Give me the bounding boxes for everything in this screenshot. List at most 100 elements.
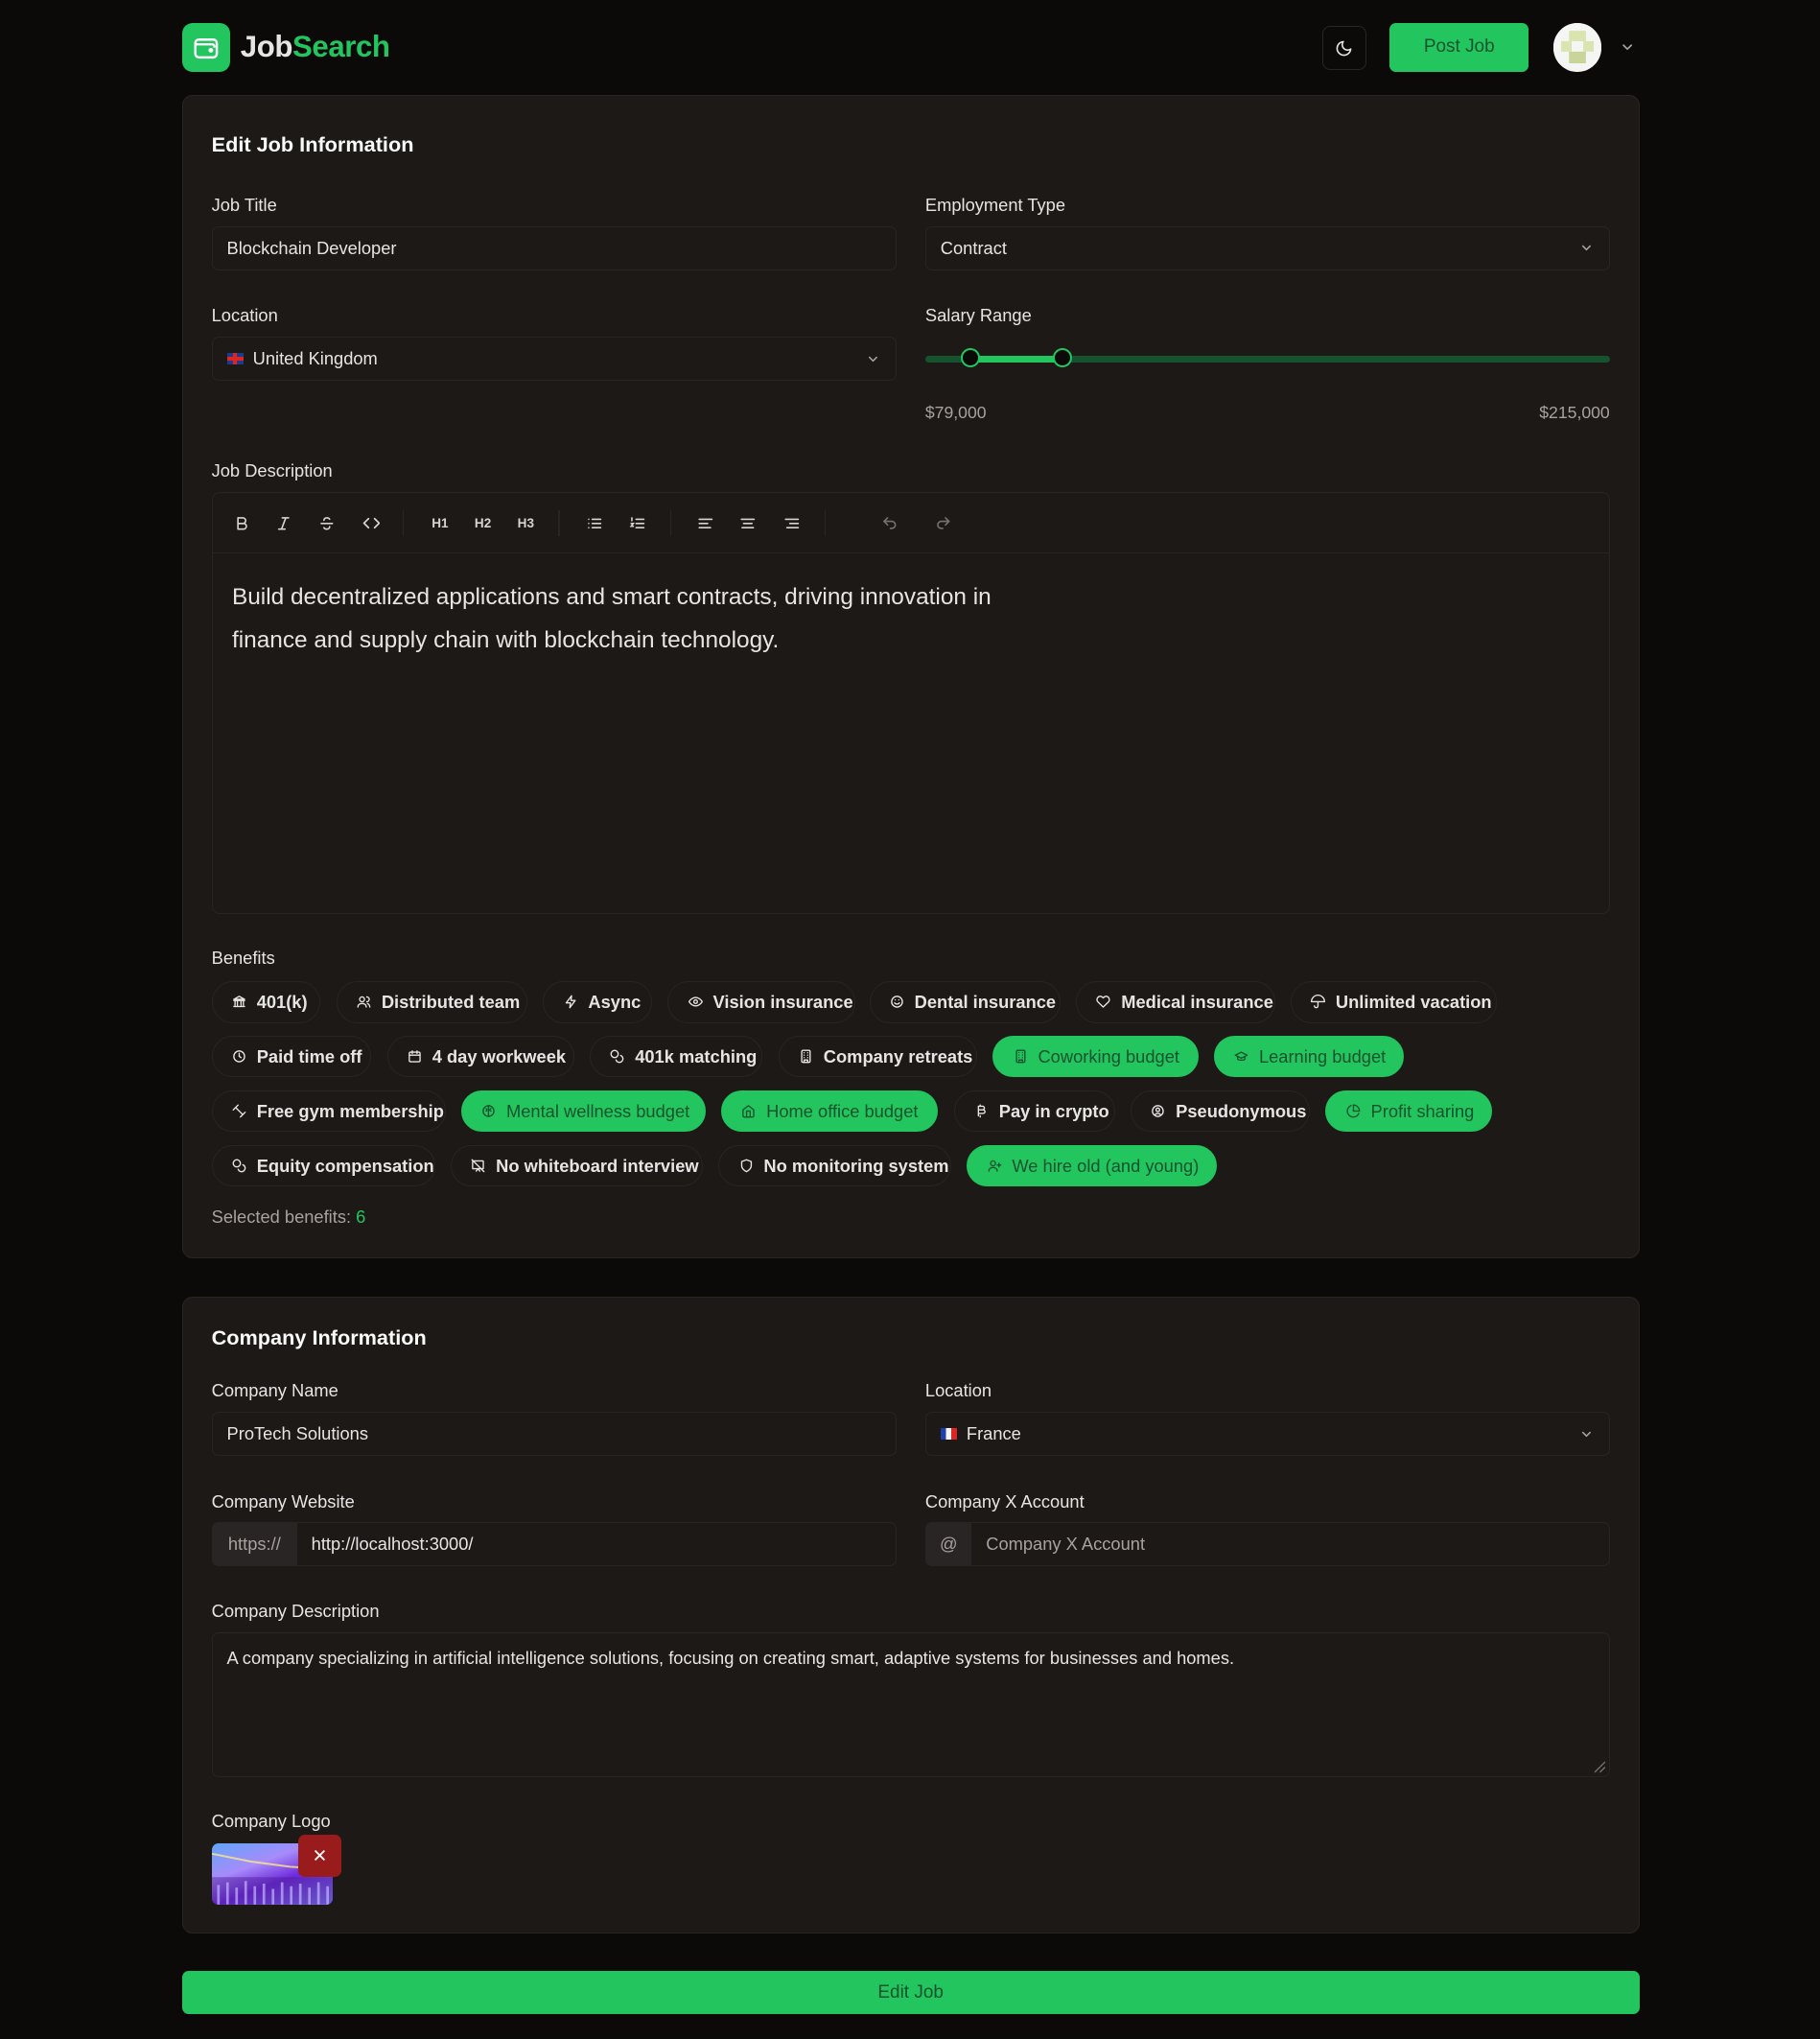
selected-benefits-number: 6 xyxy=(356,1206,366,1227)
bullet-list-icon[interactable] xyxy=(582,510,608,536)
brand-logo[interactable]: JobSearch xyxy=(181,23,390,72)
benefit-chip-label: Free gym membership xyxy=(256,1100,444,1121)
benefit-chip[interactable]: Medical insurance xyxy=(1076,981,1275,1023)
remove-logo-button[interactable] xyxy=(298,1834,342,1878)
benefit-chip-label: Paid time off xyxy=(256,1045,362,1066)
building-icon xyxy=(801,1049,811,1064)
job-information-card: Edit Job Information Job Title Blockchai… xyxy=(181,94,1640,1259)
chevron-down-icon[interactable] xyxy=(1620,39,1635,55)
post-job-button[interactable]: Post Job xyxy=(1389,23,1529,72)
avatar[interactable] xyxy=(1553,23,1602,72)
benefit-chip[interactable]: Pseudonymous xyxy=(1131,1090,1311,1133)
benefit-chip[interactable]: Distributed team xyxy=(336,981,528,1023)
benefit-chip[interactable]: Mental wellness budget xyxy=(460,1090,706,1133)
benefit-chip-label: Dental insurance xyxy=(914,991,1057,1012)
align-left-icon[interactable] xyxy=(692,510,718,536)
code-icon[interactable] xyxy=(358,510,384,536)
company-name-input[interactable]: ProTech Solutions xyxy=(211,1411,898,1457)
heading1-icon[interactable]: H1 xyxy=(427,510,453,536)
benefit-chip-label: Distributed team xyxy=(381,991,521,1012)
editor-toolbar: H1 H2 H3 xyxy=(212,493,1610,553)
heading3-icon[interactable]: H3 xyxy=(513,510,539,536)
salary-max-handle[interactable] xyxy=(1052,347,1072,368)
benefit-chip[interactable]: Learning budget xyxy=(1213,1036,1404,1078)
company-location-select[interactable]: France xyxy=(924,1411,1611,1457)
chevron-down-icon xyxy=(1582,1431,1592,1437)
company-website-input[interactable]: http://localhost:3000/ xyxy=(295,1522,898,1567)
company-x-input[interactable]: Company X Account xyxy=(970,1522,1611,1567)
smile-icon xyxy=(891,996,903,1009)
company-name-value: ProTech Solutions xyxy=(226,1422,368,1443)
benefit-chip[interactable]: Profit sharing xyxy=(1325,1090,1492,1133)
company-x-placeholder: Company X Account xyxy=(986,1534,1146,1555)
benefit-chip-label: Pay in crypto xyxy=(998,1100,1109,1121)
home-icon xyxy=(742,1105,756,1118)
benefit-chip[interactable]: Paid time off xyxy=(211,1036,372,1078)
company-location-value: France xyxy=(966,1422,1021,1443)
job-description-label: Job Description xyxy=(211,459,333,480)
dumbbell-icon xyxy=(232,1104,246,1118)
job-title-input[interactable]: Blockchain Developer xyxy=(211,225,898,270)
benefit-chip[interactable]: Dental insurance xyxy=(869,981,1061,1023)
employment-type-label: Employment Type xyxy=(924,194,1065,215)
x-account-prefix: @ xyxy=(924,1522,972,1567)
bold-icon[interactable] xyxy=(228,510,254,536)
benefit-chip[interactable]: Free gym membership xyxy=(211,1090,446,1133)
benefit-chip-label: We hire old (and young) xyxy=(1012,1155,1200,1176)
benefit-chip[interactable]: 401k matching xyxy=(590,1036,763,1078)
close-icon xyxy=(315,1850,326,1862)
benefit-chip[interactable]: Pay in crypto xyxy=(953,1090,1115,1133)
job-title-label: Job Title xyxy=(211,194,277,215)
benefit-chip[interactable]: Async xyxy=(543,981,653,1023)
benefit-chip[interactable]: No whiteboard interview xyxy=(451,1145,704,1187)
benefit-chip-label: Mental wellness budget xyxy=(505,1100,690,1121)
user-plus-icon xyxy=(988,1160,1001,1172)
strikethrough-icon[interactable] xyxy=(314,510,339,536)
company-website-value: http://localhost:3000/ xyxy=(311,1534,474,1555)
france-flag-icon xyxy=(940,1427,958,1441)
align-center-icon[interactable] xyxy=(735,510,761,536)
location-select[interactable]: United Kingdom xyxy=(211,336,898,381)
coins-icon xyxy=(611,1049,624,1064)
benefit-chip[interactable]: We hire old (and young) xyxy=(967,1145,1217,1187)
salary-range-slider[interactable] xyxy=(924,347,1611,368)
job-description-editor[interactable]: H1 H2 H3 Build decentralized application… xyxy=(211,492,1611,914)
align-right-icon[interactable] xyxy=(780,510,805,536)
benefit-chip[interactable]: Coworking budget xyxy=(992,1036,1199,1078)
benefit-chip[interactable]: Equity compensation xyxy=(211,1145,435,1187)
selected-benefits-count: Selected benefits: 6 xyxy=(212,1207,366,1228)
benefit-chip-label: Equity compensation xyxy=(256,1155,434,1176)
employment-type-select[interactable]: Contract xyxy=(924,225,1611,270)
benefit-chip[interactable]: 4 day workweek xyxy=(386,1036,574,1078)
redo-icon[interactable] xyxy=(930,510,956,536)
resize-handle-icon[interactable] xyxy=(1591,1758,1606,1773)
heading2-icon[interactable]: H2 xyxy=(470,510,496,536)
company-description-textarea[interactable]: A company specializing in artificial int… xyxy=(211,1632,1611,1777)
benefit-chip[interactable]: Vision insurance xyxy=(667,981,855,1023)
benefit-chip[interactable]: No monitoring system xyxy=(718,1145,951,1187)
job-title-value: Blockchain Developer xyxy=(226,237,397,258)
undo-icon[interactable] xyxy=(876,510,902,536)
benefit-chip-label: Medical insurance xyxy=(1121,991,1273,1012)
benefit-chip-label: No monitoring system xyxy=(763,1155,949,1176)
company-information-card: Company Information Company Name ProTech… xyxy=(181,1296,1640,1934)
benefit-chip[interactable]: Unlimited vacation xyxy=(1290,981,1498,1023)
company-location-label: Location xyxy=(924,1380,992,1401)
coins-icon xyxy=(232,1159,246,1173)
job-card-title: Edit Job Information xyxy=(211,131,414,156)
italic-icon[interactable] xyxy=(271,510,297,536)
chevron-down-icon xyxy=(868,356,877,362)
edit-job-button[interactable]: Edit Job xyxy=(181,1971,1640,2014)
job-description-text[interactable]: Build decentralized applications and sma… xyxy=(232,576,1064,662)
salary-max-value: $215,000 xyxy=(1539,402,1610,422)
benefit-chip[interactable]: Home office budget xyxy=(721,1090,939,1133)
ordered-list-icon[interactable] xyxy=(624,510,650,536)
website-prefix: https:// xyxy=(211,1522,298,1567)
salary-min-handle[interactable] xyxy=(960,347,981,368)
bolt-icon xyxy=(565,995,576,1009)
benefit-chip-label: 401(k) xyxy=(256,991,308,1012)
theme-toggle-button[interactable] xyxy=(1321,26,1366,71)
company-name-label: Company Name xyxy=(211,1380,338,1401)
benefit-chip[interactable]: 401(k) xyxy=(211,981,321,1023)
benefit-chip[interactable]: Company retreats xyxy=(778,1036,978,1078)
